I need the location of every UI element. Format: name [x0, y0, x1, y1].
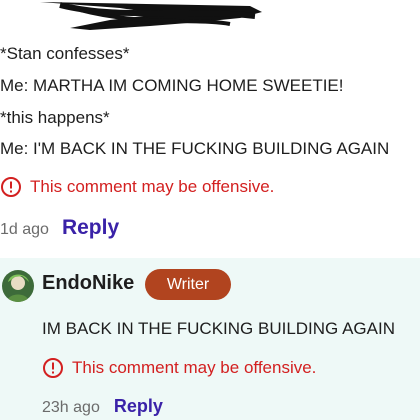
exclamation-circle-icon [43, 358, 63, 378]
warning-text: This comment may be offensive. [72, 358, 317, 377]
exclamation-circle-icon [1, 177, 21, 197]
avatar[interactable] [2, 270, 34, 302]
writer-badge: Writer [145, 269, 231, 300]
comment-line: *this happens* [0, 108, 110, 127]
user-avatar-icon [2, 270, 34, 302]
comment-line: Me: MARTHA IM COMING HOME SWEETIE! [0, 76, 344, 95]
comment-meta: 1d ago Reply [0, 216, 119, 240]
comment-line: *Stan confesses* [0, 44, 130, 63]
reply-button[interactable]: Reply [114, 396, 163, 417]
reply-text: IM BACK IN THE FUCKING BUILDING AGAIN [42, 319, 395, 338]
reply-meta: 23h ago Reply [42, 396, 163, 417]
username[interactable]: EndoNike [42, 272, 134, 295]
offensive-warning: This comment may be offensive. [42, 357, 316, 379]
timestamp: 1d ago [0, 221, 49, 238]
comment-line: Me: I'M BACK IN THE FUCKING BUILDING AGA… [0, 139, 390, 158]
offensive-warning: This comment may be offensive. [0, 176, 274, 198]
reply-button[interactable]: Reply [62, 216, 119, 240]
warning-text: This comment may be offensive. [30, 177, 275, 196]
redaction-scribble [40, 2, 262, 30]
timestamp: 23h ago [42, 399, 100, 416]
